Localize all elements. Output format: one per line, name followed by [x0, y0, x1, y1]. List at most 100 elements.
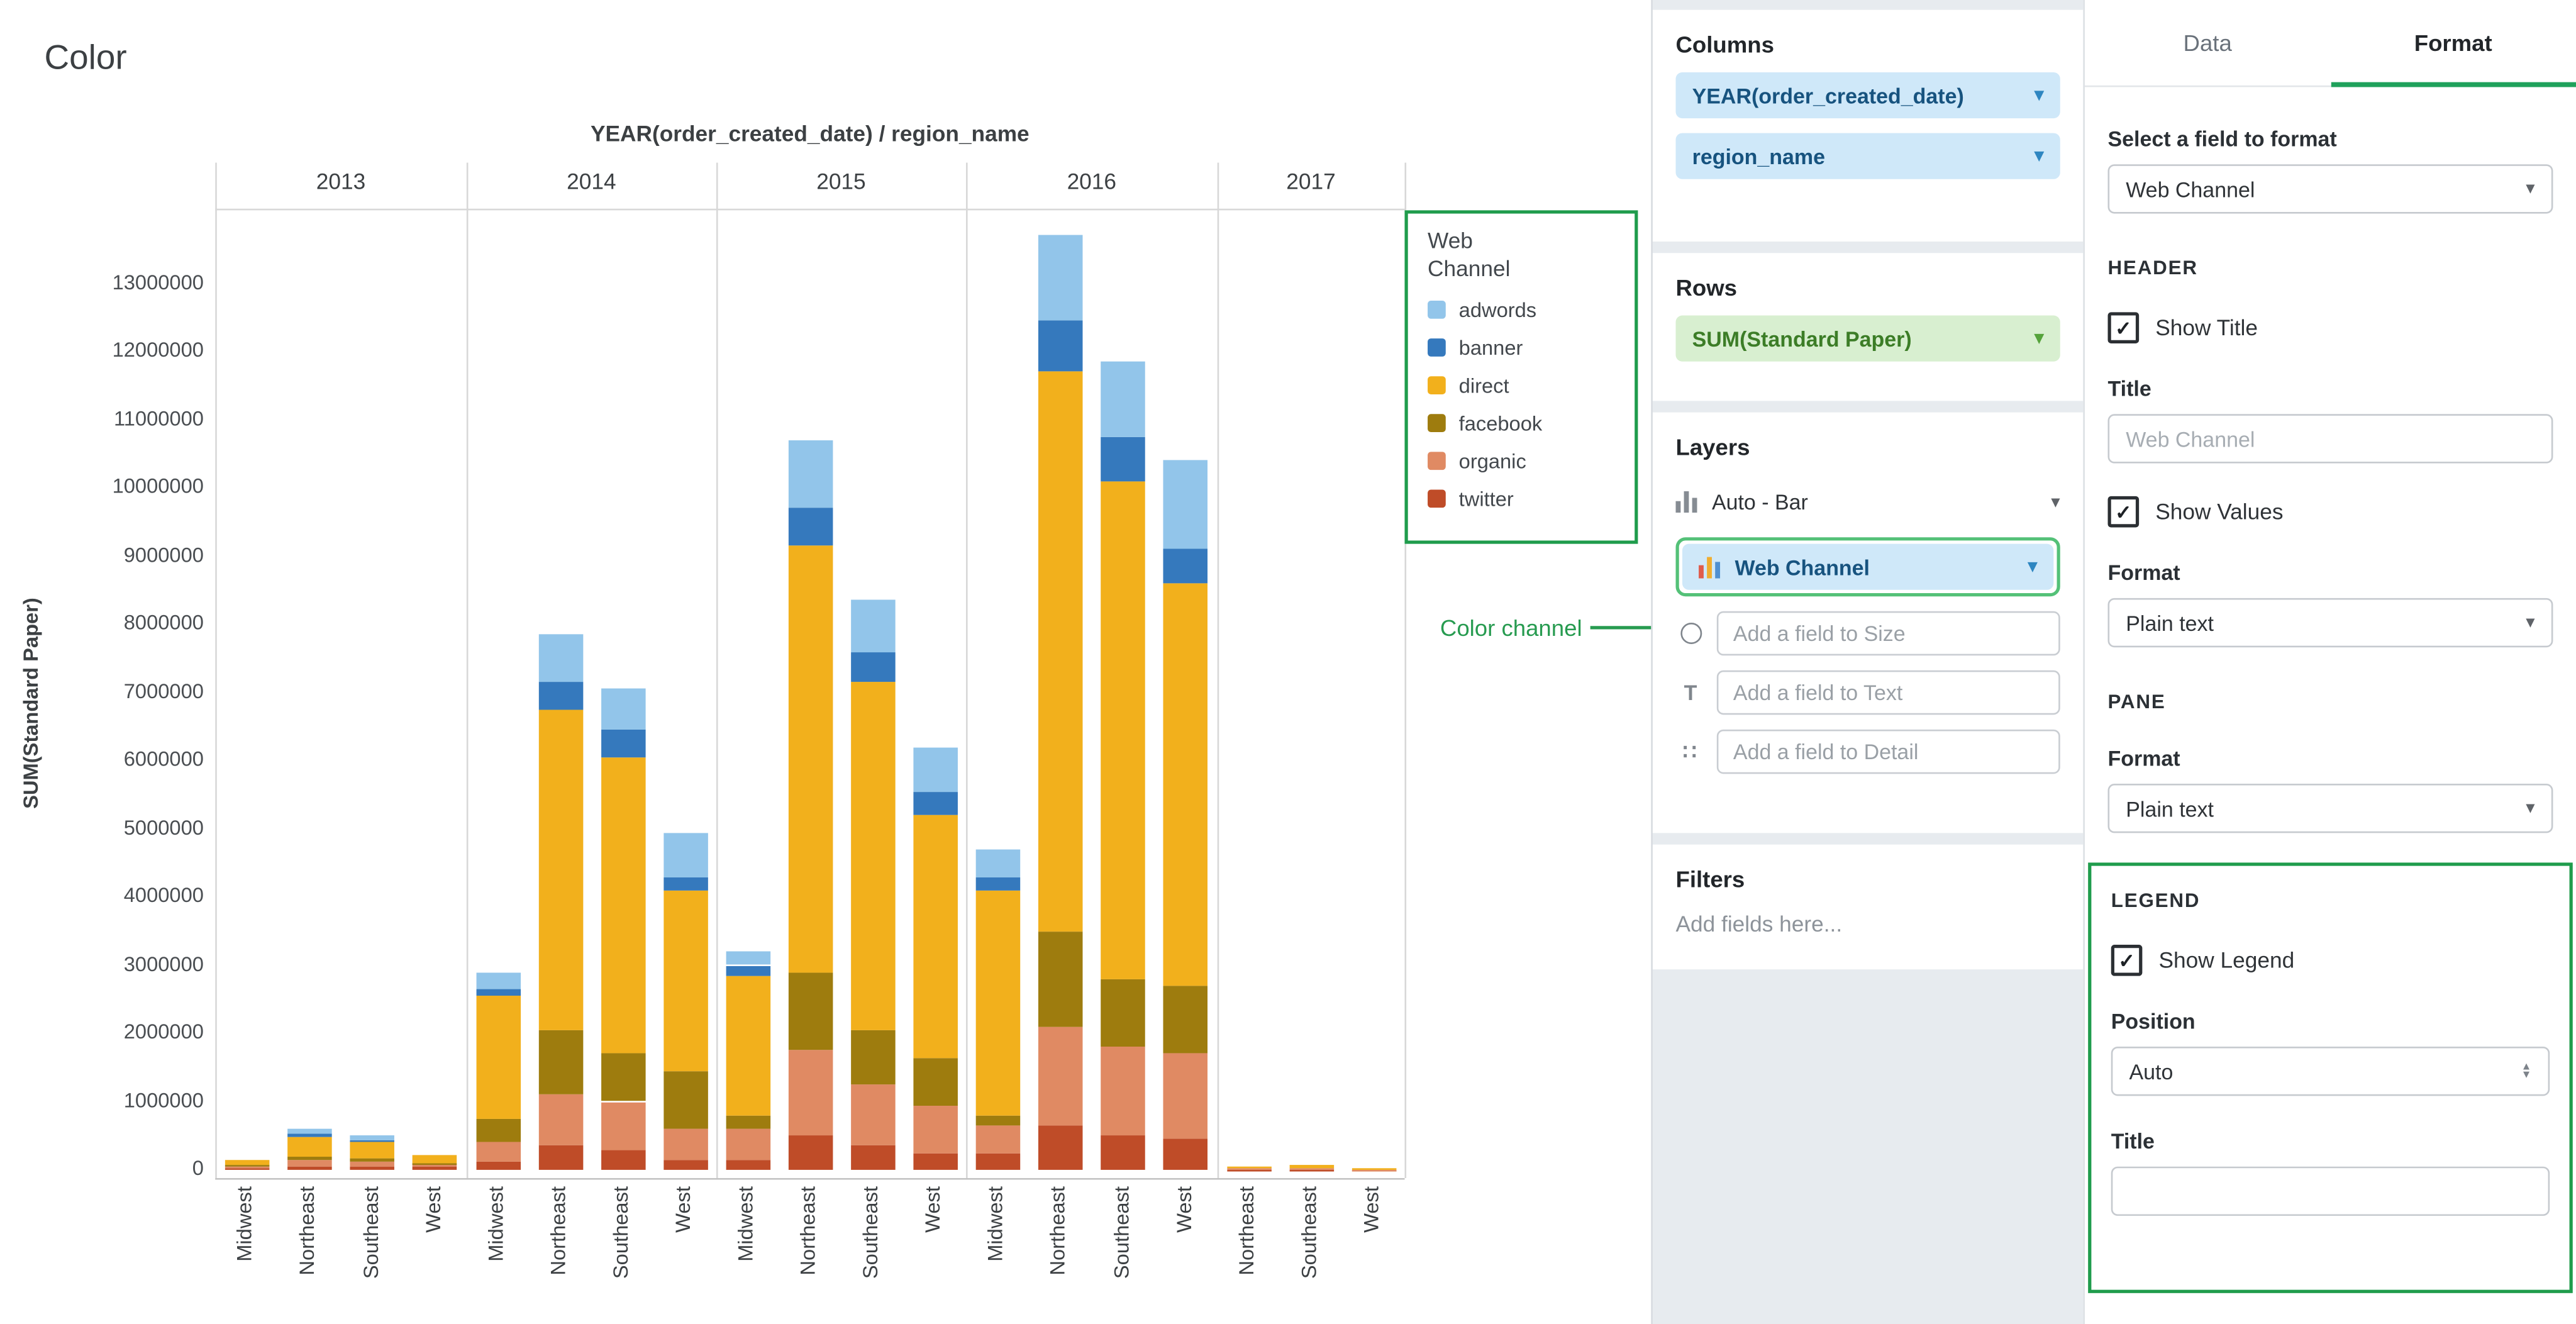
tab-format[interactable]: Format — [2330, 0, 2576, 86]
bar-segment-direct[interactable] — [1101, 481, 1146, 979]
bar-segment-banner[interactable] — [601, 730, 645, 757]
bar-segment-facebook[interactable] — [1101, 979, 1146, 1047]
text-field-input[interactable]: Add a field to Text — [1717, 670, 2060, 715]
header-format-select[interactable]: Plain text — [2108, 598, 2553, 647]
bar-segment-organic[interactable] — [975, 1125, 1020, 1152]
bar-segment-twitter[interactable] — [1101, 1136, 1146, 1170]
bar-segment-banner[interactable] — [725, 965, 770, 976]
bar-segment-banner[interactable] — [975, 877, 1020, 891]
bar-segment-organic[interactable] — [663, 1129, 708, 1160]
bar-segment-twitter[interactable] — [413, 1167, 458, 1170]
bar-segment-direct[interactable] — [475, 996, 520, 1118]
bar-segment-direct[interactable] — [1352, 1168, 1396, 1169]
bar-segment-twitter[interactable] — [601, 1149, 645, 1169]
bar-segment-direct[interactable] — [1226, 1165, 1271, 1168]
bar-segment-direct[interactable] — [1038, 372, 1083, 932]
bar-segment-adwords[interactable] — [1101, 362, 1146, 437]
bar-segment-banner[interactable] — [538, 682, 583, 709]
bar-segment-facebook[interactable] — [850, 1030, 895, 1085]
bar-segment-organic[interactable] — [725, 1129, 770, 1160]
chart-type-selector[interactable]: Auto - Bar — [1675, 478, 2060, 524]
show-title-checkbox[interactable] — [2108, 312, 2140, 343]
bar-segment-organic[interactable] — [475, 1141, 520, 1161]
bar-segment-facebook[interactable] — [1038, 931, 1083, 1026]
bar-segment-twitter[interactable] — [725, 1160, 770, 1170]
bar-segment-organic[interactable] — [1038, 1026, 1083, 1125]
bar-segment-twitter[interactable] — [1226, 1169, 1271, 1170]
bar-segment-direct[interactable] — [913, 815, 957, 1057]
tab-data[interactable]: Data — [2085, 0, 2331, 86]
bar-segment-direct[interactable] — [975, 890, 1020, 1115]
bar-segment-organic[interactable] — [1101, 1047, 1146, 1136]
header-title-input[interactable]: Web Channel — [2108, 414, 2553, 463]
show-values-checkbox[interactable] — [2108, 496, 2140, 528]
bar-segment-facebook[interactable] — [601, 1054, 645, 1102]
bar-segment-twitter[interactable] — [975, 1153, 1020, 1170]
bar-segment-facebook[interactable] — [663, 1071, 708, 1129]
bar-segment-organic[interactable] — [413, 1164, 458, 1167]
bar-segment-twitter[interactable] — [1352, 1169, 1396, 1170]
bar-segment-direct[interactable] — [1289, 1165, 1333, 1168]
filters-dropzone[interactable]: Add fields here... — [1675, 912, 2060, 937]
bar-segment-adwords[interactable] — [725, 952, 770, 965]
bar-segment-banner[interactable] — [1101, 437, 1146, 481]
bar-segment-facebook[interactable] — [788, 972, 833, 1051]
bar-segment-facebook[interactable] — [1163, 986, 1208, 1054]
bar-segment-banner[interactable] — [663, 877, 708, 891]
bar-segment-twitter[interactable] — [475, 1162, 520, 1170]
bar-segment-direct[interactable] — [850, 682, 895, 1030]
legend-title-input[interactable] — [2111, 1167, 2550, 1216]
bar-segment-banner[interactable] — [350, 1140, 395, 1142]
bar-segment-adwords[interactable] — [850, 601, 895, 652]
bar-segment-facebook[interactable] — [538, 1030, 583, 1095]
bar-segment-adwords[interactable] — [975, 849, 1020, 876]
bar-segment-banner[interactable] — [913, 791, 957, 815]
bar-segment-direct[interactable] — [725, 976, 770, 1115]
bar-segment-organic[interactable] — [350, 1161, 395, 1167]
bar-segment-organic[interactable] — [287, 1160, 332, 1166]
bar-segment-adwords[interactable] — [538, 635, 583, 682]
bar-segment-organic[interactable] — [601, 1102, 645, 1150]
bar-segment-facebook[interactable] — [413, 1163, 458, 1164]
bar-segment-organic[interactable] — [1352, 1169, 1396, 1170]
bar-segment-organic[interactable] — [1163, 1054, 1208, 1140]
bar-segment-direct[interactable] — [788, 546, 833, 972]
bar-segment-banner[interactable] — [788, 508, 833, 546]
bar-segment-facebook[interactable] — [475, 1119, 520, 1142]
bar-segment-twitter[interactable] — [1038, 1125, 1083, 1169]
bar-segment-adwords[interactable] — [1163, 460, 1208, 549]
size-field-input[interactable]: Add a field to Size — [1717, 611, 2060, 656]
bar-segment-twitter[interactable] — [913, 1153, 957, 1170]
bar-segment-banner[interactable] — [1038, 321, 1083, 372]
bar-segment-direct[interactable] — [1163, 584, 1208, 986]
bar-segment-twitter[interactable] — [538, 1146, 583, 1170]
bar-segment-twitter[interactable] — [225, 1168, 269, 1170]
bar-segment-direct[interactable] — [350, 1143, 395, 1159]
bar-segment-twitter[interactable] — [850, 1146, 895, 1170]
bar-segment-organic[interactable] — [913, 1105, 957, 1153]
bar-segment-banner[interactable] — [287, 1135, 332, 1138]
bar-segment-direct[interactable] — [601, 757, 645, 1054]
show-legend-checkbox[interactable] — [2111, 945, 2143, 976]
bar-segment-twitter[interactable] — [1163, 1139, 1208, 1170]
bar-segment-direct[interactable] — [663, 890, 708, 1071]
rows-pill-sum-standard-paper[interactable]: SUM(Standard Paper) — [1675, 316, 2060, 362]
bar-segment-adwords[interactable] — [663, 832, 708, 876]
bar-segment-organic[interactable] — [538, 1095, 583, 1146]
bar-segment-facebook[interactable] — [975, 1115, 1020, 1125]
bar-segment-adwords[interactable] — [1038, 236, 1083, 321]
bar-segment-adwords[interactable] — [475, 972, 520, 989]
columns-pill-year-order-created-date[interactable]: YEAR(order_created_date) — [1675, 72, 2060, 118]
bar-segment-facebook[interactable] — [287, 1157, 332, 1159]
bar-segment-adwords[interactable] — [788, 440, 833, 508]
bar-segment-adwords[interactable] — [287, 1129, 332, 1135]
pane-format-select[interactable]: Plain text — [2108, 784, 2553, 833]
bar-segment-organic[interactable] — [788, 1050, 833, 1136]
bar-segment-adwords[interactable] — [601, 689, 645, 730]
field-to-format-select[interactable]: Web Channel — [2108, 164, 2553, 213]
bar-segment-adwords[interactable] — [350, 1136, 395, 1140]
bar-segment-banner[interactable] — [1163, 549, 1208, 583]
bar-segment-organic[interactable] — [850, 1084, 895, 1146]
bar-segment-facebook[interactable] — [725, 1115, 770, 1129]
bar-segment-facebook[interactable] — [913, 1057, 957, 1105]
